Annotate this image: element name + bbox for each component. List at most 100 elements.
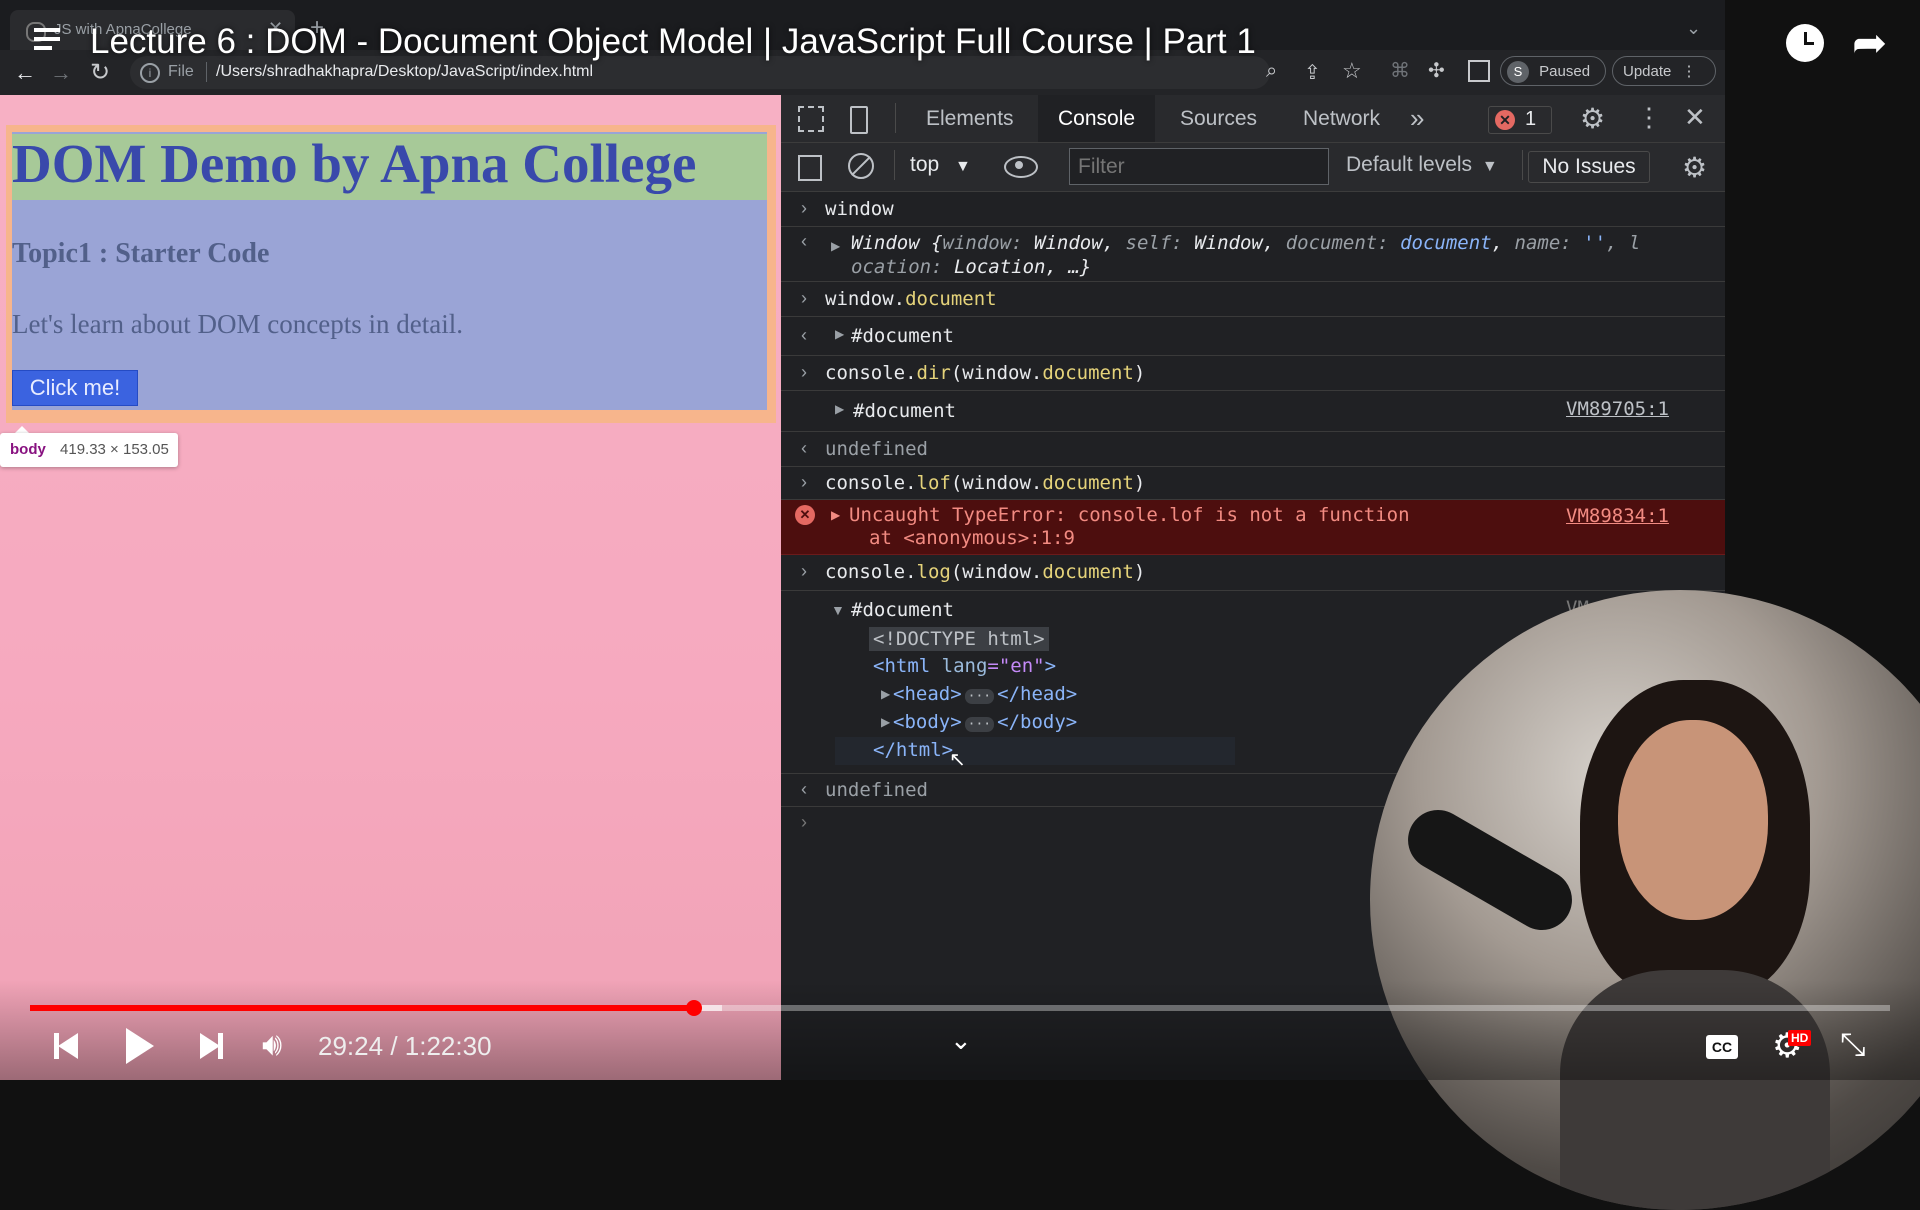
expand-triangle-icon[interactable]: ▶ [881, 715, 890, 729]
expand-triangle-icon[interactable]: ▶ [831, 508, 840, 522]
share-arrow-icon[interactable]: ➦ [1852, 18, 1887, 67]
prop-key: ocation: [851, 256, 954, 278]
tab-network[interactable]: Network [1283, 95, 1400, 142]
previous-icon-triangle[interactable] [58, 1033, 78, 1059]
error-counter[interactable]: ✕ 1 [1488, 106, 1552, 134]
ellipsis-icon[interactable]: ··· [964, 689, 995, 704]
inspect-element-icon[interactable] [798, 106, 824, 132]
volume-icon[interactable]: 🔊︎ [262, 1026, 282, 1064]
zoom-icon[interactable]: ⌕ [1266, 60, 1277, 83]
tab-console[interactable]: Console [1038, 95, 1156, 142]
expand-triangle-icon[interactable]: ▶ [881, 687, 890, 701]
tag-token: </head> [997, 683, 1078, 705]
tag-token: <body> [893, 711, 962, 733]
tag-token: <head> [893, 683, 962, 705]
paused-profile-chip[interactable]: S Paused [1500, 56, 1606, 86]
console-output: undefined [825, 438, 928, 460]
issues-button[interactable]: No Issues [1528, 151, 1650, 183]
console-filter-input[interactable] [1069, 148, 1329, 185]
output-chevron-icon: ‹ [801, 438, 807, 458]
prop-value: Location, …} [953, 256, 1092, 278]
context-label: top [910, 153, 940, 176]
sidebar-toggle-icon[interactable] [798, 155, 822, 181]
play-icon[interactable] [126, 1028, 154, 1064]
console-output: undefined [825, 779, 928, 801]
prop-value: Window, [1034, 232, 1126, 254]
code-token: dir [916, 362, 951, 384]
input-chevron-icon: › [801, 198, 807, 218]
console-prompt-icon[interactable]: › [801, 812, 807, 833]
code-token: document [1042, 362, 1134, 384]
video-title[interactable]: Lecture 6 : DOM - Document Object Model … [90, 22, 1256, 62]
output-chevron-icon: ‹ [801, 325, 807, 345]
extension-icon[interactable]: ⌘ [1390, 58, 1410, 83]
watch-later-icon[interactable] [1786, 24, 1824, 62]
expand-triangle-icon[interactable]: ▶ [831, 239, 840, 253]
code-token: ) [1133, 362, 1146, 384]
attr-name: lang [941, 655, 988, 677]
source-link[interactable]: VM89705:1 [1566, 398, 1669, 420]
close-devtools-icon[interactable]: ✕ [1684, 102, 1706, 133]
settings-gear-icon[interactable]: ⚙ [1580, 102, 1605, 135]
time-separator: / [390, 1031, 398, 1061]
console-output[interactable]: #document [851, 599, 954, 621]
tree-html-open[interactable]: <html lang="en"> [873, 655, 1056, 677]
progress-scrubber[interactable] [686, 1000, 702, 1016]
expand-triangle-icon[interactable]: ▶ [835, 327, 844, 341]
reload-icon[interactable]: ↻ [90, 58, 110, 87]
console-output[interactable]: #document [851, 325, 954, 347]
console-row: › console.dir(window.document) [781, 356, 1725, 391]
exit-fullscreen-icon[interactable]: ⤡ [1840, 1026, 1866, 1064]
url-scheme-label: File [168, 63, 194, 80]
tree-head[interactable]: <head> ··· </head> [893, 683, 1077, 705]
live-expression-eye-icon[interactable] [1004, 156, 1038, 178]
captions-button[interactable]: CC [1706, 1035, 1738, 1059]
console-settings-icon[interactable]: ⚙ [1682, 151, 1707, 184]
playlist-icon[interactable] [34, 28, 64, 58]
share-icon[interactable]: ⇪ [1304, 60, 1321, 85]
back-icon[interactable]: ← [14, 60, 36, 86]
output-chevron-icon: ‹ [801, 231, 807, 251]
chevron-down-icon[interactable]: ⌄ [950, 1025, 972, 1056]
update-button[interactable]: Update ⋮ [1612, 56, 1716, 86]
attr-value: ="en" [987, 655, 1045, 677]
current-time: 29:24 [318, 1031, 384, 1061]
info-icon[interactable]: i [140, 63, 160, 83]
tree-body[interactable]: <body> ··· </body> [893, 711, 1077, 733]
code-token: log [916, 561, 951, 583]
presenter-face [1618, 720, 1768, 920]
context-selector[interactable]: top ▼ [910, 153, 971, 177]
forward-icon[interactable]: → [50, 60, 72, 86]
prop-key: , l [1606, 232, 1641, 254]
console-input: console.lof(window.document) [825, 472, 1145, 494]
tree-html-close[interactable]: </html> [873, 739, 953, 761]
next-icon[interactable] [200, 1033, 220, 1059]
console-output-object[interactable]: Window {window: Window, self: Window, do… [851, 231, 1701, 279]
device-toolbar-icon[interactable] [850, 106, 868, 134]
bookmark-star-icon[interactable]: ☆ [1342, 58, 1362, 84]
input-chevron-icon: › [801, 472, 807, 492]
toolbar-divider [894, 150, 895, 180]
collapse-triangle-icon[interactable]: ▼ [831, 602, 845, 618]
devtools-menu-icon[interactable]: ⋮ [1636, 102, 1662, 133]
prop-key: document: [1285, 232, 1401, 254]
next-icon-bar[interactable] [218, 1033, 223, 1059]
expand-triangle-icon[interactable]: ▶ [835, 402, 844, 416]
tab-sources[interactable]: Sources [1160, 95, 1277, 142]
code-token: console. [825, 472, 917, 494]
chevron-down-icon[interactable]: ⌄ [1686, 18, 1701, 39]
click-me-button[interactable]: Click me! [12, 370, 138, 406]
console-row: ▶ #document VM89705:1 [781, 391, 1725, 432]
side-panel-icon[interactable] [1468, 60, 1490, 82]
time-display: 29:24 / 1:22:30 [318, 1031, 492, 1062]
more-tabs-icon[interactable]: » [1410, 103, 1424, 134]
log-levels-dropdown[interactable]: Default levels ▼ [1346, 153, 1498, 177]
error-message[interactable]: Uncaught TypeError: console.lof is not a… [849, 504, 1410, 550]
ellipsis-icon[interactable]: ··· [964, 717, 995, 732]
puzzle-icon[interactable]: ✣ [1428, 58, 1445, 83]
source-link[interactable]: VM89834:1 [1566, 505, 1669, 527]
tab-elements[interactable]: Elements [906, 95, 1034, 142]
console-output[interactable]: #document [853, 400, 956, 422]
clear-console-icon[interactable] [848, 153, 874, 179]
tree-doctype[interactable]: <!DOCTYPE html> [869, 627, 1049, 651]
